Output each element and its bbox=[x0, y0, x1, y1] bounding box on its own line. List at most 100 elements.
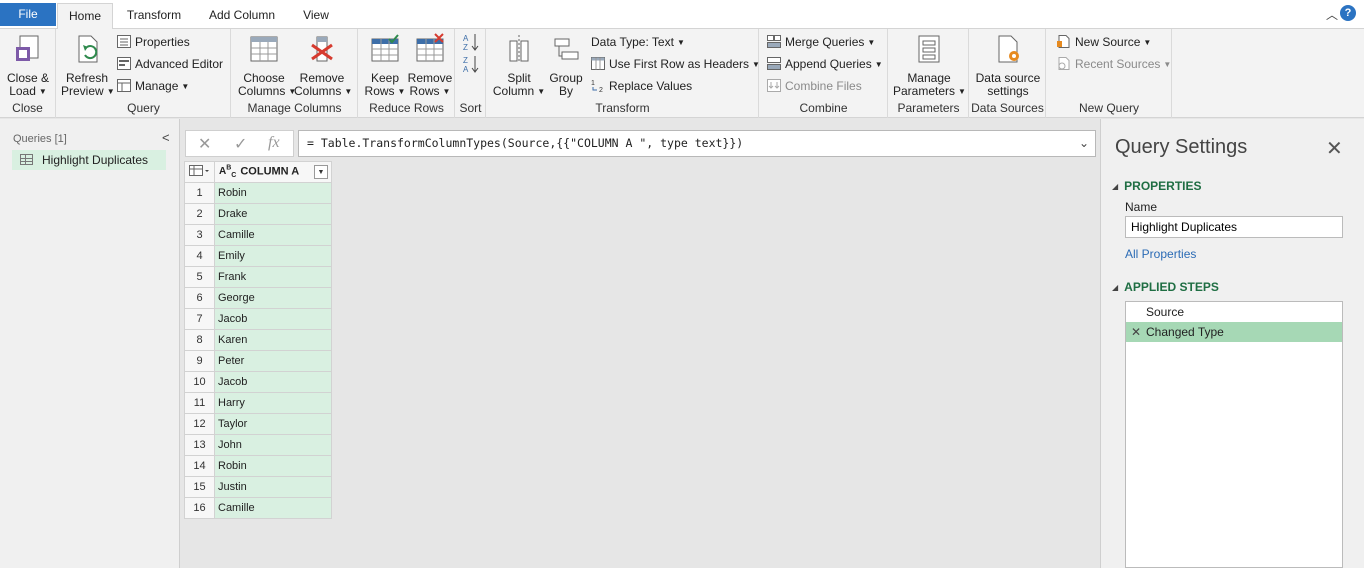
keep-rows-button[interactable]: Keep Rows ▼ bbox=[363, 33, 407, 98]
table-row[interactable]: 3 Camille bbox=[184, 224, 332, 246]
row-number[interactable]: 5 bbox=[184, 266, 215, 288]
table-row[interactable]: 12 Taylor bbox=[184, 413, 332, 435]
row-number[interactable]: 11 bbox=[184, 392, 215, 414]
advanced-editor-icon bbox=[117, 57, 131, 70]
chevron-down-icon[interactable]: ⌄ bbox=[1079, 131, 1089, 156]
cancel-icon[interactable]: ✕ bbox=[198, 134, 211, 154]
row-number[interactable]: 16 bbox=[184, 497, 215, 519]
table-row[interactable]: 5 Frank bbox=[184, 266, 332, 288]
advanced-editor-button[interactable]: Advanced Editor bbox=[117, 55, 223, 73]
table-row[interactable]: 16 Camille bbox=[184, 497, 332, 519]
table-row[interactable]: 9 Peter bbox=[184, 350, 332, 372]
row-number[interactable]: 9 bbox=[184, 350, 215, 372]
combine-files-button[interactable]: Combine Files bbox=[767, 77, 862, 95]
applied-steps-section[interactable]: ◢ APPLIED STEPS bbox=[1112, 280, 1219, 294]
properties-section[interactable]: ◢ PROPERTIES bbox=[1112, 179, 1202, 193]
table-row[interactable]: 10 Jacob bbox=[184, 371, 332, 393]
table-row[interactable]: 2 Drake bbox=[184, 203, 332, 225]
cell-value[interactable]: George bbox=[214, 287, 332, 309]
row-number[interactable]: 13 bbox=[184, 434, 215, 456]
sort-descending-icon[interactable]: Z A bbox=[463, 55, 479, 73]
data-type-dropdown[interactable]: Data Type: Text ▼ bbox=[591, 33, 685, 51]
confirm-icon[interactable]: ✓ bbox=[234, 134, 247, 154]
group-by-button[interactable]: Group By bbox=[545, 33, 587, 98]
close-load-button[interactable]: Close & Load ▼ bbox=[4, 33, 52, 98]
row-number[interactable]: 4 bbox=[184, 245, 215, 267]
replace-values-button[interactable]: 1 2 Replace Values bbox=[591, 77, 692, 95]
table-row[interactable]: 6 George bbox=[184, 287, 332, 309]
cell-value[interactable]: Karen bbox=[214, 329, 332, 351]
tab-view[interactable]: View bbox=[293, 3, 339, 29]
row-number[interactable]: 15 bbox=[184, 476, 215, 498]
delete-step-icon[interactable]: ✕ bbox=[1131, 322, 1141, 342]
tab-file[interactable]: File bbox=[0, 3, 56, 26]
row-number[interactable]: 7 bbox=[184, 308, 215, 330]
sort-ascending-icon[interactable]: A Z bbox=[463, 33, 479, 51]
query-name-input[interactable] bbox=[1125, 216, 1343, 238]
cell-value[interactable]: Camille bbox=[214, 224, 332, 246]
table-row[interactable]: 14 Robin bbox=[184, 455, 332, 477]
append-queries-button[interactable]: Append Queries ▼ bbox=[767, 55, 883, 73]
table-row[interactable]: 1 Robin bbox=[184, 182, 332, 204]
properties-button[interactable]: Properties bbox=[117, 33, 190, 51]
step-changed-type[interactable]: ✕ Changed Type bbox=[1126, 322, 1342, 342]
merge-queries-button[interactable]: Merge Queries ▼ bbox=[767, 33, 875, 51]
manage-parameters-button[interactable]: Manage Parameters ▼ bbox=[893, 33, 966, 98]
row-number[interactable]: 1 bbox=[184, 182, 215, 204]
row-number[interactable]: 10 bbox=[184, 371, 215, 393]
row-number[interactable]: 12 bbox=[184, 413, 215, 435]
table-row[interactable]: 7 Jacob bbox=[184, 308, 332, 330]
cell-value[interactable]: Jacob bbox=[214, 308, 332, 330]
manage-parameters-label-2: Parameters bbox=[893, 84, 956, 98]
tab-home[interactable]: Home bbox=[57, 3, 113, 30]
cell-value[interactable]: Frank bbox=[214, 266, 332, 288]
cell-value[interactable]: Camille bbox=[214, 497, 332, 519]
cell-value[interactable]: Peter bbox=[214, 350, 332, 372]
query-item[interactable]: Highlight Duplicates bbox=[12, 150, 166, 170]
all-properties-link[interactable]: All Properties bbox=[1125, 247, 1196, 261]
split-column-button[interactable]: Split Column ▼ bbox=[491, 33, 547, 98]
cell-value[interactable]: Jacob bbox=[214, 371, 332, 393]
row-number[interactable]: 8 bbox=[184, 329, 215, 351]
remove-columns-button[interactable]: Remove Columns ▼ bbox=[294, 33, 352, 98]
chevron-down-icon: ▼ bbox=[442, 87, 451, 96]
table-row[interactable]: 4 Emily bbox=[184, 245, 332, 267]
cell-value[interactable]: Robin bbox=[214, 182, 332, 204]
cell-value[interactable]: Robin bbox=[214, 455, 332, 477]
filter-dropdown-icon[interactable]: ▼ bbox=[314, 165, 328, 179]
choose-columns-button[interactable]: Choose Columns ▼ bbox=[238, 33, 296, 98]
row-number[interactable]: 14 bbox=[184, 455, 215, 477]
row-number[interactable]: 6 bbox=[184, 287, 215, 309]
tab-transform[interactable]: Transform bbox=[118, 3, 190, 29]
refresh-preview-button[interactable]: Refresh Preview ▼ bbox=[61, 33, 115, 98]
table-row[interactable]: 11 Harry bbox=[184, 392, 332, 414]
collapse-ribbon-icon[interactable]: ︿ bbox=[1326, 6, 1338, 23]
cell-value[interactable]: Justin bbox=[214, 476, 332, 498]
recent-sources-button[interactable]: Recent Sources ▼ bbox=[1057, 55, 1171, 73]
column-header[interactable]: ABC COLUMN A ▼ bbox=[214, 161, 332, 183]
cell-value[interactable]: Harry bbox=[214, 392, 332, 414]
fx-icon[interactable]: fx bbox=[268, 134, 280, 152]
new-source-button[interactable]: New Source ▼ bbox=[1057, 33, 1151, 51]
close-icon[interactable]: ✕ bbox=[1326, 136, 1343, 161]
manage-button[interactable]: Manage ▼ bbox=[117, 77, 189, 95]
use-first-row-headers-button[interactable]: Use First Row as Headers ▼ bbox=[591, 55, 760, 73]
formula-bar[interactable]: = Table.TransformColumnTypes(Source,{{"C… bbox=[298, 130, 1096, 157]
text-type-icon[interactable]: ABC bbox=[219, 165, 236, 179]
help-icon[interactable]: ? bbox=[1340, 5, 1356, 21]
data-source-settings-button[interactable]: Data source settings bbox=[972, 33, 1044, 98]
table-row[interactable]: 13 John bbox=[184, 434, 332, 456]
table-row[interactable]: 8 Karen bbox=[184, 329, 332, 351]
cell-value[interactable]: Drake bbox=[214, 203, 332, 225]
cell-value[interactable]: Emily bbox=[214, 245, 332, 267]
cell-value[interactable]: John bbox=[214, 434, 332, 456]
step-source[interactable]: Source bbox=[1126, 302, 1342, 322]
row-number[interactable]: 3 bbox=[184, 224, 215, 246]
collapse-pane-icon[interactable]: < bbox=[162, 130, 170, 145]
table-row[interactable]: 15 Justin bbox=[184, 476, 332, 498]
tab-add-column[interactable]: Add Column bbox=[200, 3, 284, 29]
table-menu-button[interactable] bbox=[184, 161, 215, 183]
row-number[interactable]: 2 bbox=[184, 203, 215, 225]
cell-value[interactable]: Taylor bbox=[214, 413, 332, 435]
remove-rows-button[interactable]: Remove Rows ▼ bbox=[407, 33, 453, 98]
